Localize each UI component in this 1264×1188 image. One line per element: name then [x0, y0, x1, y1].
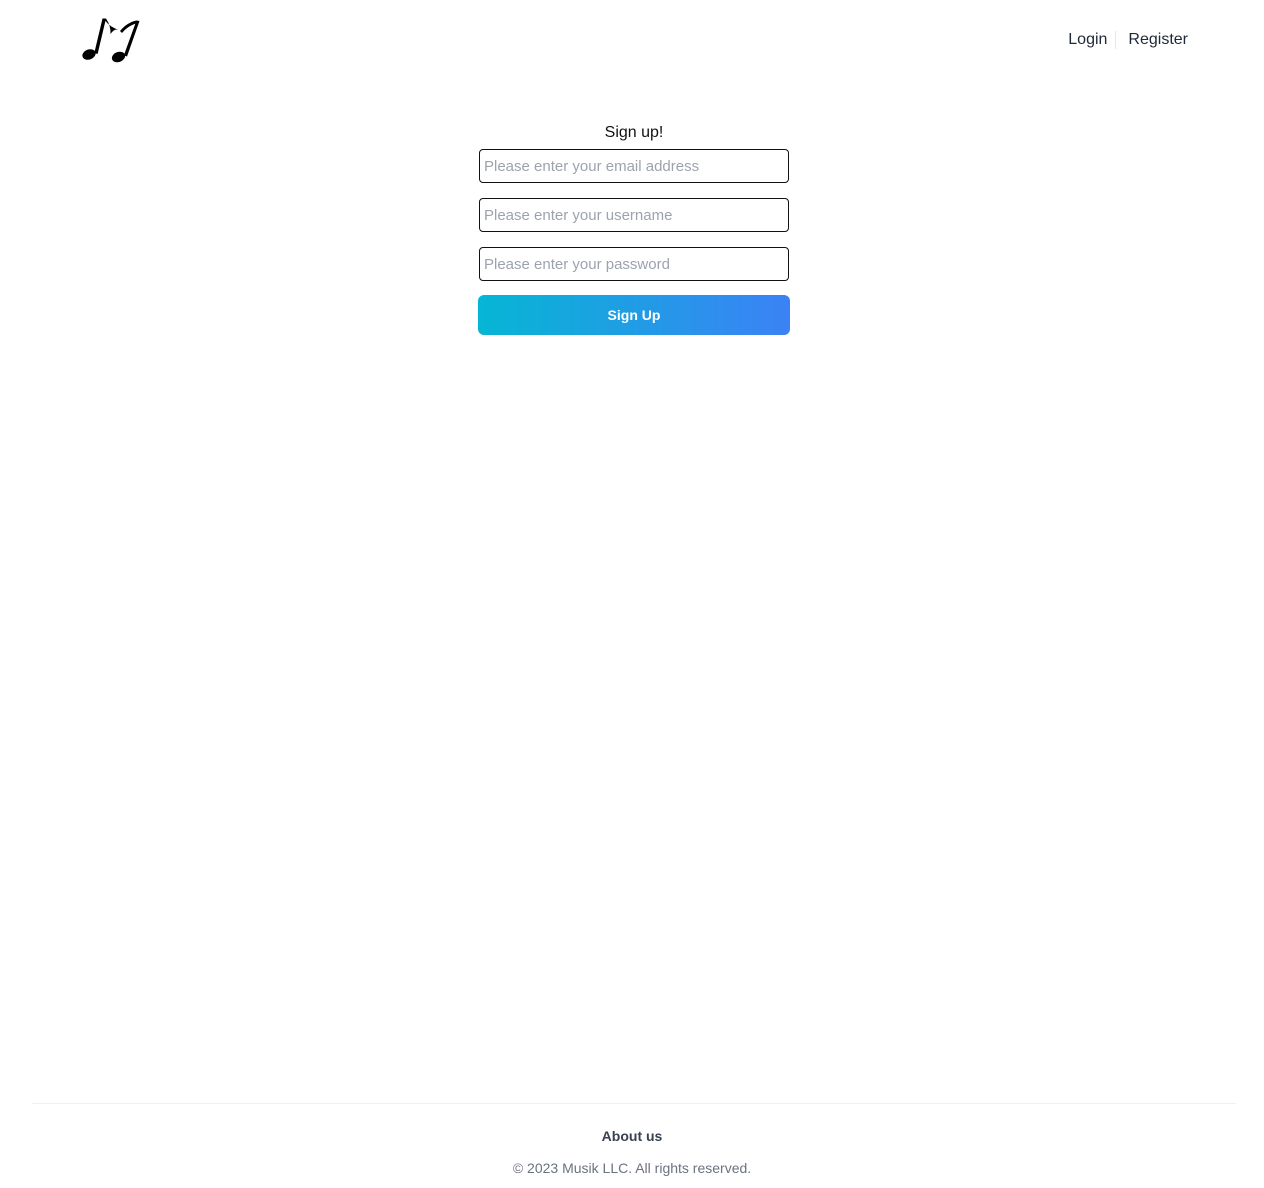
logo-link[interactable] [80, 16, 142, 64]
sign-up-button[interactable]: Sign Up [478, 295, 790, 335]
login-link[interactable]: Login [1068, 29, 1107, 51]
password-field[interactable] [479, 247, 789, 281]
signup-form: Sign up! Sign Up [478, 122, 790, 335]
email-field[interactable] [479, 149, 789, 183]
form-title: Sign up! [604, 124, 664, 141]
site-header: Login Register [0, 0, 1264, 80]
top-nav: Login Register [1068, 29, 1188, 51]
register-link[interactable]: Register [1128, 29, 1188, 51]
music-note-icon [82, 18, 140, 63]
footer-divider [32, 1103, 1236, 1104]
nav-divider [1115, 31, 1117, 49]
copyright-text: © 2023 Musik LLC. All rights reserved. [512, 1160, 752, 1176]
about-us-link[interactable]: About us [0, 1126, 1264, 1146]
username-field[interactable] [479, 198, 789, 232]
